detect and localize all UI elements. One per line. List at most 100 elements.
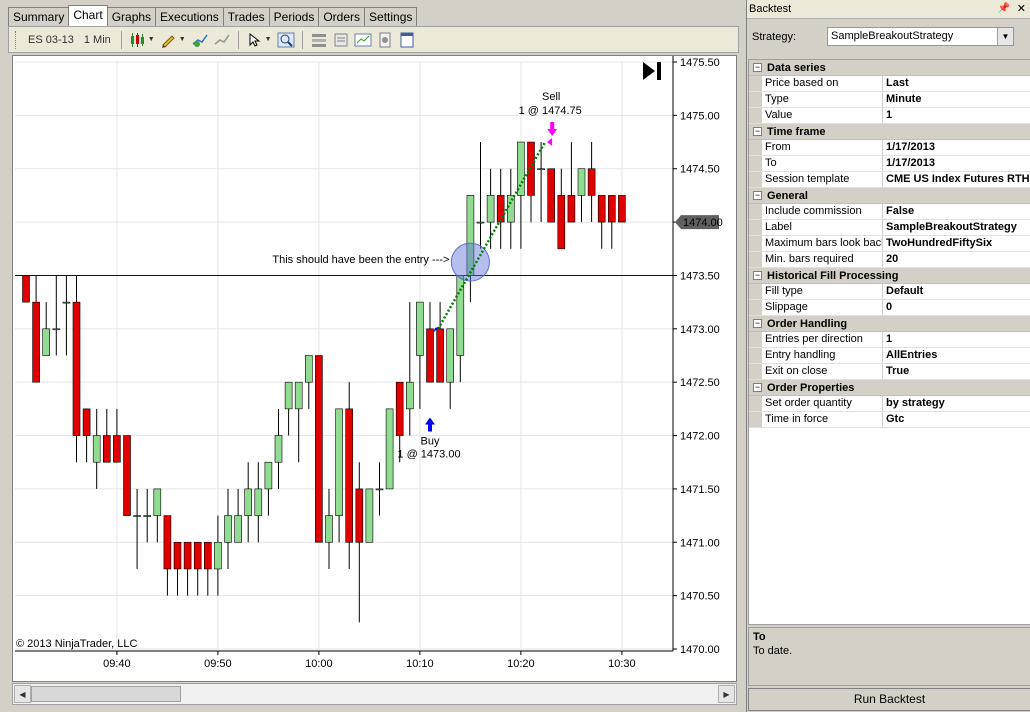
price-chart[interactable]: 1475.50 1475.00 1474.50 1474.00 1473.50 1473.… — [13, 56, 736, 681]
property-row[interactable]: Exit on close True — [749, 364, 1030, 380]
candle-body — [234, 515, 242, 543]
collapse-icon[interactable]: − — [753, 127, 762, 136]
property-row[interactable]: Entry handling AllEntries — [749, 348, 1030, 364]
tab-summary[interactable]: Summary — [8, 7, 70, 26]
y-tick-label: 1471.00 — [680, 537, 720, 549]
property-row[interactable]: Maximum bars look back TwoHundredFiftySix — [749, 236, 1030, 252]
category-header[interactable]: − Data series — [749, 60, 1030, 76]
property-value[interactable]: False — [883, 204, 1030, 219]
panel-layout-icon[interactable] — [309, 30, 329, 50]
candle-body — [547, 168, 556, 223]
tab-orders[interactable]: Orders — [318, 7, 366, 26]
indicator-add-icon[interactable] — [190, 30, 210, 50]
tab-executions[interactable]: Executions — [155, 7, 224, 26]
tab-trades[interactable]: Trades — [222, 7, 270, 26]
interval-selector[interactable]: 1 Min — [80, 34, 115, 46]
tab-settings[interactable]: Settings — [364, 7, 418, 26]
collapse-icon[interactable]: − — [753, 383, 762, 392]
toolbar-grip[interactable] — [15, 30, 18, 49]
collapse-icon[interactable]: − — [753, 319, 762, 328]
strategy-select[interactable]: SampleBreakoutStrategy ▼ — [827, 27, 1014, 46]
zoom-icon[interactable] — [276, 30, 296, 50]
property-value[interactable]: 1/17/2013 — [883, 140, 1030, 155]
property-row[interactable]: Entries per direction 1 — [749, 332, 1030, 348]
property-row[interactable]: Min. bars required 20 — [749, 252, 1030, 268]
run-backtest-button[interactable]: Run Backtest — [748, 688, 1030, 711]
properties-icon[interactable] — [397, 30, 417, 50]
property-row[interactable]: Fill type Default — [749, 284, 1030, 300]
property-value[interactable]: 1 — [883, 108, 1030, 123]
property-value[interactable]: 1/17/2013 — [883, 156, 1030, 171]
data-box-icon[interactable] — [331, 30, 351, 50]
tab-periods[interactable]: Periods — [268, 7, 320, 26]
property-value[interactable]: Minute — [883, 92, 1030, 107]
candle-body — [294, 381, 303, 410]
row-gutter — [749, 108, 762, 123]
category-header[interactable]: − General — [749, 188, 1030, 204]
candle-body — [52, 328, 61, 331]
property-value[interactable]: by strategy — [883, 396, 1030, 411]
close-icon[interactable]: ✕ — [1017, 0, 1026, 18]
property-value[interactable]: Gtc — [883, 412, 1030, 427]
property-value[interactable]: 20 — [883, 252, 1030, 267]
candle-body — [22, 275, 30, 303]
category-header[interactable]: − Order Handling — [749, 316, 1030, 332]
category-header[interactable]: − Order Properties — [749, 380, 1030, 396]
cursor-dropdown-icon[interactable]: ▼ — [265, 36, 272, 43]
property-row[interactable]: Label SampleBreakoutStrategy — [749, 220, 1030, 236]
category-label: Time frame — [767, 126, 826, 138]
property-value[interactable]: Default — [883, 284, 1030, 299]
chart-style-icon[interactable] — [128, 30, 148, 50]
snapshot-icon[interactable] — [375, 30, 395, 50]
property-value[interactable]: TwoHundredFiftySix — [883, 236, 1030, 251]
y-tick-label: 1471.50 — [680, 484, 720, 496]
pin-icon[interactable]: 📌 — [998, 0, 1010, 18]
tab-chart[interactable]: Chart — [68, 5, 108, 27]
pencil-dropdown-icon[interactable]: ▼ — [179, 36, 186, 43]
candle-body — [304, 355, 313, 383]
property-value[interactable]: True — [883, 364, 1030, 379]
property-row[interactable]: Session template CME US Index Futures RTH — [749, 172, 1030, 188]
chevron-down-icon[interactable]: ▼ — [997, 28, 1013, 45]
property-row[interactable]: Include commission False — [749, 204, 1030, 220]
chart-horizontal-scrollbar[interactable]: ◀ ▶ — [12, 683, 737, 705]
property-row[interactable]: Slippage 0 — [749, 300, 1030, 316]
property-value[interactable]: Last — [883, 76, 1030, 91]
row-gutter — [749, 140, 762, 155]
collapse-icon[interactable]: − — [753, 63, 762, 72]
collapse-icon[interactable]: − — [753, 271, 762, 280]
property-value[interactable]: 1 — [883, 332, 1030, 347]
candle-body — [517, 141, 525, 196]
property-name: From — [762, 140, 883, 155]
pencil-icon[interactable] — [159, 30, 179, 50]
category-header[interactable]: − Historical Fill Processing — [749, 268, 1030, 284]
candle-body — [254, 488, 263, 516]
property-row[interactable]: Type Minute — [749, 92, 1030, 108]
category-header[interactable]: − Time frame — [749, 124, 1030, 140]
scroll-left-icon[interactable]: ◀ — [14, 685, 31, 703]
description-text: To date. — [753, 645, 793, 657]
candle-body — [163, 515, 172, 570]
scroll-thumb[interactable] — [31, 686, 181, 702]
property-row[interactable]: From 1/17/2013 — [749, 140, 1030, 156]
collapse-icon[interactable]: − — [753, 191, 762, 200]
row-gutter — [749, 204, 762, 219]
chart-properties-icon[interactable] — [353, 30, 373, 50]
property-row[interactable]: To 1/17/2013 — [749, 156, 1030, 172]
property-value[interactable]: AllEntries — [883, 348, 1030, 363]
property-row[interactable]: Set order quantity by strategy — [749, 396, 1030, 412]
property-row[interactable]: Time in force Gtc — [749, 412, 1030, 428]
property-value[interactable]: CME US Index Futures RTH — [883, 172, 1030, 187]
chart-panel[interactable]: 1475.50 1475.00 1474.50 1474.00 1473.50 1473.… — [12, 55, 737, 682]
strategy-icon[interactable] — [212, 30, 232, 50]
chart-style-dropdown-icon[interactable]: ▼ — [148, 36, 155, 43]
property-row[interactable]: Value 1 — [749, 108, 1030, 124]
scroll-right-icon[interactable]: ▶ — [718, 685, 735, 703]
property-value[interactable]: 0 — [883, 300, 1030, 315]
instrument-selector[interactable]: ES 03-13 — [24, 34, 78, 46]
buy-label: Buy — [421, 436, 440, 448]
property-row[interactable]: Price based on Last — [749, 76, 1030, 92]
tab-graphs[interactable]: Graphs — [106, 7, 157, 26]
cursor-icon[interactable] — [245, 30, 265, 50]
property-value[interactable]: SampleBreakoutStrategy — [883, 220, 1030, 235]
